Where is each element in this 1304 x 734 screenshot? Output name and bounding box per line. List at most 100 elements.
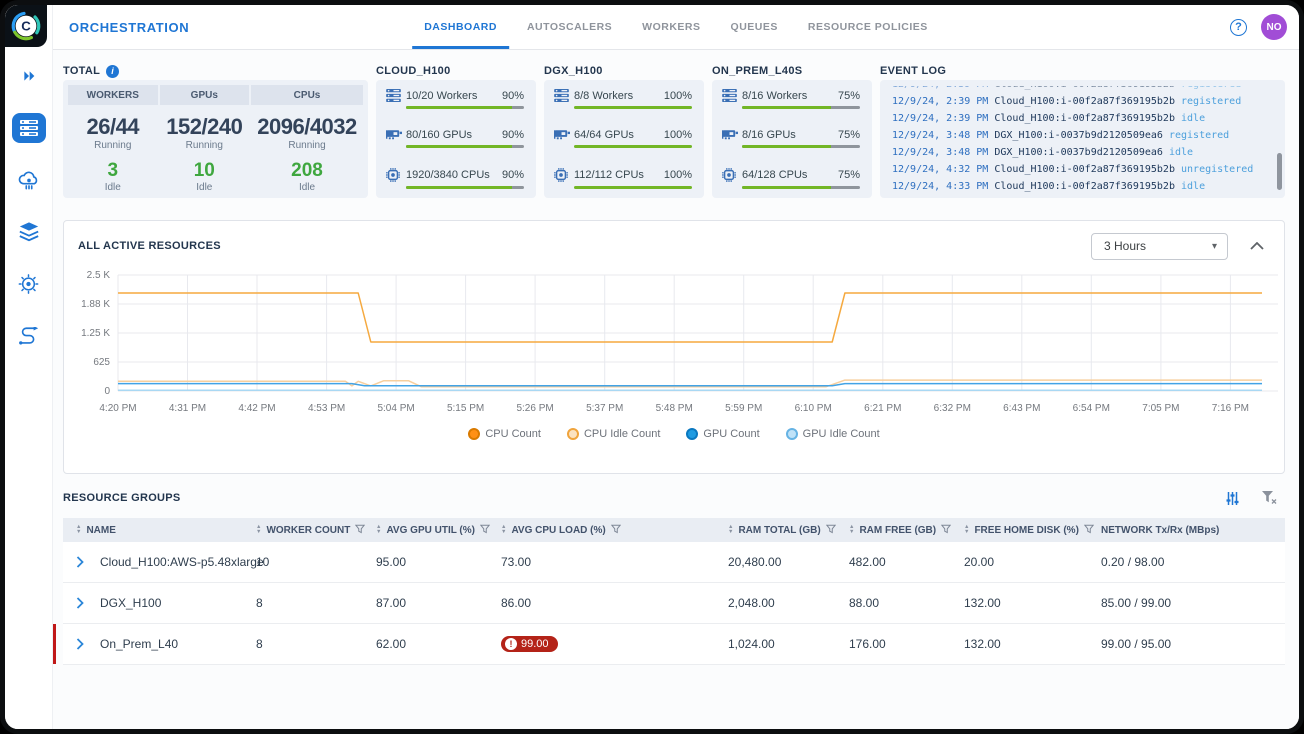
resource-card-cloud-h100: CLOUD_H100 10/20 Workers 90% 80/160 GPUs… xyxy=(376,62,536,198)
sort-icon[interactable]: ▲▼ xyxy=(964,525,969,534)
expand-row-icon[interactable] xyxy=(76,638,84,650)
filter-funnel-icon[interactable] xyxy=(611,524,621,537)
legend-dot xyxy=(686,428,698,440)
event-log-entry: 12/9/24, 2:39 PM Cloud_H100:i-00f2a87f36… xyxy=(892,110,1271,127)
svg-text:6:10 PM: 6:10 PM xyxy=(795,403,832,414)
legend-dot xyxy=(786,428,798,440)
svg-text:7:16 PM: 7:16 PM xyxy=(1212,403,1249,414)
sort-icon[interactable]: ▲▼ xyxy=(376,525,381,534)
svg-text:6:43 PM: 6:43 PM xyxy=(1003,403,1040,414)
legend-item-cpu-idle-count[interactable]: CPU Idle Count xyxy=(567,428,660,440)
expand-row-icon[interactable] xyxy=(76,556,84,568)
total-panel: TOTAL i WORKERS 26/44 Running 3 Idle GPU… xyxy=(63,62,368,198)
collapse-panel-button[interactable] xyxy=(1250,242,1264,250)
layers-icon[interactable] xyxy=(12,217,46,247)
resource-metric: 112/112 CPUs 100% xyxy=(554,168,692,189)
column-header-name[interactable]: ▲▼ NAME xyxy=(63,525,250,536)
clear-filters-icon[interactable] xyxy=(1262,491,1277,505)
resource-metric: 8/16 GPUs 75% xyxy=(722,129,860,148)
legend-item-cpu-count[interactable]: CPU Count xyxy=(468,428,541,440)
event-log-entry: 12/9/24, 2:39 PM Cloud_H100:i-00f2a87f36… xyxy=(892,93,1271,110)
event-status: unregistered xyxy=(1181,164,1253,175)
column-settings-icon[interactable] xyxy=(1225,491,1240,506)
info-icon[interactable]: i xyxy=(106,65,119,78)
event-log-entry: 12/9/24, 3:48 PM DGX_H100:i-0037b9d21205… xyxy=(892,127,1271,144)
avatar[interactable]: NO xyxy=(1261,14,1287,40)
ram-total-cell: 2,048.00 xyxy=(722,596,843,610)
worker-count-cell: 10 xyxy=(250,555,370,569)
column-header-free-home-disk[interactable]: ▲▼ FREE HOME DISK (%) xyxy=(958,524,1095,537)
clearml-logo[interactable]: C xyxy=(5,5,47,47)
expand-row-icon[interactable] xyxy=(76,597,84,609)
svg-text:5:37 PM: 5:37 PM xyxy=(586,403,623,414)
sort-icon[interactable]: ▲▼ xyxy=(501,525,506,534)
metric-label: 10/20 Workers xyxy=(406,90,502,102)
ram-free-cell: 88.00 xyxy=(843,596,958,610)
filter-funnel-icon[interactable] xyxy=(355,524,365,537)
workers-icon xyxy=(554,89,574,102)
svg-text:4:53 PM: 4:53 PM xyxy=(308,403,345,414)
workers-icon xyxy=(386,89,406,102)
column-header-worker-count[interactable]: ▲▼ WORKER COUNT xyxy=(250,524,370,537)
running-count: 2096/4032 xyxy=(257,114,357,140)
legend-item-gpu-idle-count[interactable]: GPU Idle Count xyxy=(786,428,880,440)
cpu-load-alert-badge: !99.00 xyxy=(501,636,558,652)
tab-resource-policies[interactable]: RESOURCE POLICIES xyxy=(808,5,928,49)
svg-text:5:59 PM: 5:59 PM xyxy=(725,403,762,414)
gpu-icon xyxy=(386,130,406,140)
metric-label: 1920/3840 CPUs xyxy=(406,169,502,181)
filter-funnel-icon[interactable] xyxy=(941,524,951,537)
resources-chart: 06251.25 K1.88 K2.5 K4:20 PM4:31 PM4:42 … xyxy=(78,267,1270,422)
running-count: 26/44 xyxy=(86,114,139,140)
column-header-ram-total-gb[interactable]: ▲▼ RAM TOTAL (GB) xyxy=(722,524,843,537)
network-cell: 85.00 / 99.00 xyxy=(1095,596,1285,610)
column-header-avg-cpu-load[interactable]: ▲▼ AVG CPU LOAD (%) xyxy=(495,524,722,537)
help-icon[interactable]: ? xyxy=(1230,19,1247,36)
app-window: C xyxy=(0,0,1304,734)
sort-icon[interactable]: ▲▼ xyxy=(728,525,733,534)
table-row-dgx-h100[interactable]: DGX_H100 8 87.00 86.00 2,048.00 88.00 13… xyxy=(63,583,1285,624)
metric-progress-bar xyxy=(742,106,860,109)
filter-funnel-icon[interactable] xyxy=(826,524,836,537)
filter-funnel-icon[interactable] xyxy=(1084,524,1094,537)
running-label: Running xyxy=(94,140,131,151)
total-title: TOTAL xyxy=(63,65,100,77)
total-title-row: TOTAL i xyxy=(63,62,368,80)
table-row-on-prem-l40[interactable]: On_Prem_L40 8 62.00 !99.00 1,024.00 176.… xyxy=(63,624,1285,665)
network-cell: 0.20 / 98.00 xyxy=(1095,555,1285,569)
column-header-ram-free-gb[interactable]: ▲▼ RAM FREE (GB) xyxy=(843,524,958,537)
event-log-scrollbar[interactable] xyxy=(1277,153,1282,190)
table-row-cloud-h100-aws-p5-48xlarge[interactable]: Cloud_H100:AWS-p5.48xlarge 10 95.00 73.0… xyxy=(63,542,1285,583)
resource-groups-title: RESOURCE GROUPS xyxy=(63,492,181,504)
ram-free-cell: 176.00 xyxy=(843,637,958,651)
svg-text:4:20 PM: 4:20 PM xyxy=(99,403,136,414)
event-log-clipped-line: 12/9/24, 2:39 PM Cloud_H100:i-00f2a87f36… xyxy=(892,86,1271,93)
sort-icon[interactable]: ▲▼ xyxy=(76,525,81,534)
workers-queues-icon[interactable] xyxy=(12,113,46,143)
sort-icon[interactable]: ▲▼ xyxy=(256,525,261,534)
legend-dot xyxy=(567,428,579,440)
avg-gpu-util-cell: 87.00 xyxy=(370,596,495,610)
column-header-avg-gpu-util[interactable]: ▲▼ AVG GPU UTIL (%) xyxy=(370,524,495,537)
svg-text:6:32 PM: 6:32 PM xyxy=(934,403,971,414)
expand-sidebar-icon[interactable] xyxy=(12,61,46,91)
svg-text:625: 625 xyxy=(93,357,110,368)
tab-dashboard[interactable]: DASHBOARD xyxy=(424,5,497,49)
resource-card-title: ON_PREM_L40S xyxy=(712,65,802,77)
svg-text:0: 0 xyxy=(104,386,110,397)
legend-item-gpu-count[interactable]: GPU Count xyxy=(686,428,759,440)
chart-svg: 06251.25 K1.88 K2.5 K4:20 PM4:31 PM4:42 … xyxy=(78,267,1278,417)
tab-workers[interactable]: WORKERS xyxy=(642,5,700,49)
sort-icon[interactable]: ▲▼ xyxy=(849,525,854,534)
pipelines-icon[interactable] xyxy=(12,321,46,351)
time-range-dropdown[interactable]: 3 Hours ▾ xyxy=(1091,233,1228,260)
tab-autoscalers[interactable]: AUTOSCALERS xyxy=(527,5,612,49)
autoscalers-icon[interactable] xyxy=(12,165,46,195)
filter-funnel-icon[interactable] xyxy=(480,524,490,537)
column-header-network-tx-rx-mbps[interactable]: NETWORK Tx/Rx (MBps) xyxy=(1095,525,1285,536)
tab-queues[interactable]: QUEUES xyxy=(731,5,778,49)
table-body: Cloud_H100:AWS-p5.48xlarge 10 95.00 73.0… xyxy=(63,542,1285,665)
applications-icon[interactable] xyxy=(12,269,46,299)
metric-label: 8/16 Workers xyxy=(742,90,838,102)
event-status: idle xyxy=(1181,181,1205,192)
